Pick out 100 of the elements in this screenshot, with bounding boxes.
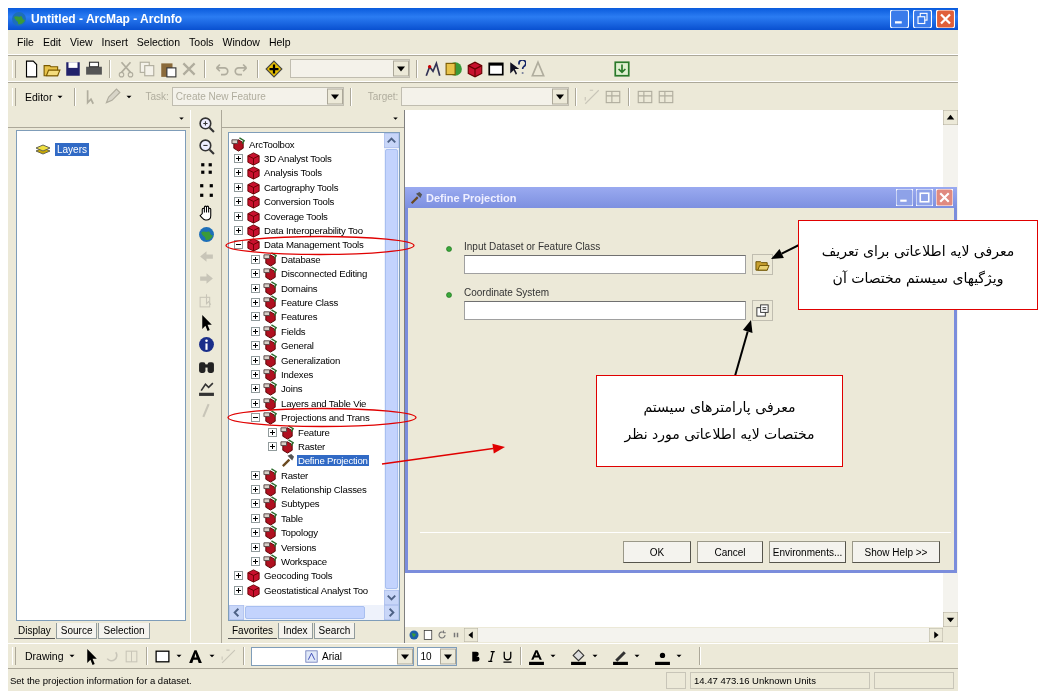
- full-extent-icon[interactable]: [197, 226, 215, 243]
- catalog-icon[interactable]: [445, 59, 463, 78]
- menu-item[interactable]: Insert: [100, 35, 129, 49]
- expand-icon[interactable]: [251, 499, 260, 509]
- scroll-up-icon[interactable]: [943, 110, 958, 125]
- identify-icon[interactable]: [197, 336, 215, 353]
- tree-root[interactable]: ArcToolbox: [248, 138, 296, 150]
- tree-item[interactable]: Disconnected Editing: [280, 268, 369, 280]
- tree-item[interactable]: Table: [280, 512, 304, 524]
- tree-item[interactable]: 3D Analyst Tools: [263, 153, 333, 165]
- fill-color-icon[interactable]: [569, 647, 587, 665]
- font-color-icon[interactable]: [527, 647, 545, 665]
- expand-icon[interactable]: [251, 470, 260, 480]
- tree-item[interactable]: Relationship Classes: [280, 484, 368, 496]
- tree-item[interactable]: Layers and Table Vie: [280, 397, 368, 409]
- tree-item[interactable]: Data Management Tools: [263, 239, 365, 251]
- expand-icon[interactable]: [251, 298, 260, 307]
- expand-icon[interactable]: [251, 341, 260, 351]
- expand-icon[interactable]: [234, 226, 243, 236]
- scroll-left-icon[interactable]: [464, 628, 478, 642]
- input-field[interactable]: [464, 301, 746, 320]
- input-field[interactable]: [464, 255, 746, 274]
- underline-icon[interactable]: [500, 649, 514, 663]
- dialog-button[interactable]: Environments...: [769, 541, 846, 563]
- expand-icon[interactable]: [251, 528, 260, 538]
- add-data-icon[interactable]: [265, 59, 283, 78]
- tree-item[interactable]: Versions: [280, 541, 318, 553]
- font-size-dropdown[interactable]: 10: [416, 646, 457, 666]
- scroll-down-icon[interactable]: [943, 612, 958, 627]
- panel-tab[interactable]: Display: [14, 623, 55, 639]
- expand-icon[interactable]: [251, 369, 260, 379]
- panel-menu-icon[interactable]: [177, 114, 186, 123]
- fixed-zoom-out-icon[interactable]: [197, 182, 215, 199]
- menu-item[interactable]: Window: [221, 35, 261, 49]
- panel-menu-icon[interactable]: [391, 114, 400, 123]
- menu-item[interactable]: Edit: [41, 35, 62, 49]
- tree-item[interactable]: Feature: [297, 426, 331, 438]
- font-dropdown[interactable]: Arial: [250, 646, 414, 666]
- tree-item[interactable]: Database: [280, 253, 322, 265]
- panel-tab[interactable]: Index: [278, 623, 313, 639]
- tree-item[interactable]: General: [280, 340, 315, 352]
- expand-icon[interactable]: [251, 485, 260, 495]
- expand-icon[interactable]: [234, 182, 243, 192]
- panel-tab[interactable]: Favorites: [228, 623, 278, 639]
- tree-item[interactable]: Fields: [280, 325, 307, 337]
- tree-item[interactable]: Analysis Tools: [263, 167, 323, 179]
- text-icon[interactable]: [186, 647, 204, 665]
- tree-item[interactable]: Coverage Tools: [263, 210, 329, 222]
- expand-icon[interactable]: [251, 542, 260, 552]
- panel-tab[interactable]: Selection: [98, 623, 150, 639]
- dialog-button[interactable]: Show Help >>: [852, 541, 940, 563]
- scroll-right-icon[interactable]: [929, 628, 943, 642]
- tree-item[interactable]: Domains: [280, 282, 319, 294]
- expand-icon[interactable]: [251, 283, 260, 293]
- menu-item[interactable]: Selection: [135, 35, 182, 49]
- tree-item[interactable]: Data Interoperability Too: [263, 225, 364, 237]
- minimize-icon[interactable]: [890, 10, 909, 28]
- refresh-icon[interactable]: [436, 629, 448, 641]
- print-icon[interactable]: [85, 59, 103, 78]
- menu-item[interactable]: File: [16, 35, 35, 49]
- expand-icon[interactable]: [251, 254, 260, 264]
- tree-item[interactable]: Feature Class: [280, 297, 340, 308]
- expand-icon[interactable]: [234, 211, 243, 221]
- menu-item[interactable]: Help: [267, 35, 292, 49]
- collapse-icon[interactable]: [234, 240, 243, 250]
- expand-icon[interactable]: [268, 441, 277, 451]
- close-icon[interactable]: [936, 10, 955, 28]
- data-view-icon[interactable]: [408, 629, 420, 641]
- panel-tab[interactable]: Source: [55, 623, 98, 639]
- collapse-icon[interactable]: [251, 413, 260, 423]
- close-icon[interactable]: [936, 189, 953, 206]
- tree-item[interactable]: Topology: [280, 527, 319, 539]
- browse-button[interactable]: [752, 254, 773, 275]
- menu-item[interactable]: Tools: [188, 35, 215, 49]
- expand-icon[interactable]: [251, 513, 260, 523]
- dialog-button[interactable]: Cancel: [697, 541, 763, 563]
- expand-icon[interactable]: [234, 168, 243, 178]
- tree-item[interactable]: Cartography Tools: [263, 181, 340, 193]
- expand-icon[interactable]: [268, 427, 277, 437]
- expand-icon[interactable]: [234, 585, 243, 595]
- zoom-out-icon[interactable]: [197, 138, 215, 155]
- zoom-in-icon[interactable]: [197, 116, 215, 133]
- expand-icon[interactable]: [234, 197, 243, 207]
- panel-tab[interactable]: Search: [313, 623, 356, 639]
- save-icon[interactable]: [64, 59, 82, 78]
- expand-icon[interactable]: [251, 355, 260, 365]
- expand-icon[interactable]: [251, 269, 260, 279]
- measure-icon[interactable]: [197, 380, 215, 397]
- expand-icon[interactable]: [251, 557, 260, 566]
- dialog-button[interactable]: OK: [623, 541, 691, 563]
- drawing-menu[interactable]: Drawing: [22, 648, 80, 664]
- tree-item[interactable]: Indexes: [280, 368, 315, 380]
- download-icon[interactable]: [613, 59, 631, 78]
- horizontal-scrollbar[interactable]: [464, 628, 943, 642]
- menu-item[interactable]: View: [69, 35, 94, 49]
- tree-item[interactable]: Raster: [280, 469, 310, 481]
- browse-button[interactable]: [752, 300, 773, 321]
- tree-item[interactable]: Geostatistical Analyst Too: [263, 584, 369, 596]
- layout-view-icon[interactable]: [422, 629, 434, 641]
- expand-icon[interactable]: [251, 312, 260, 322]
